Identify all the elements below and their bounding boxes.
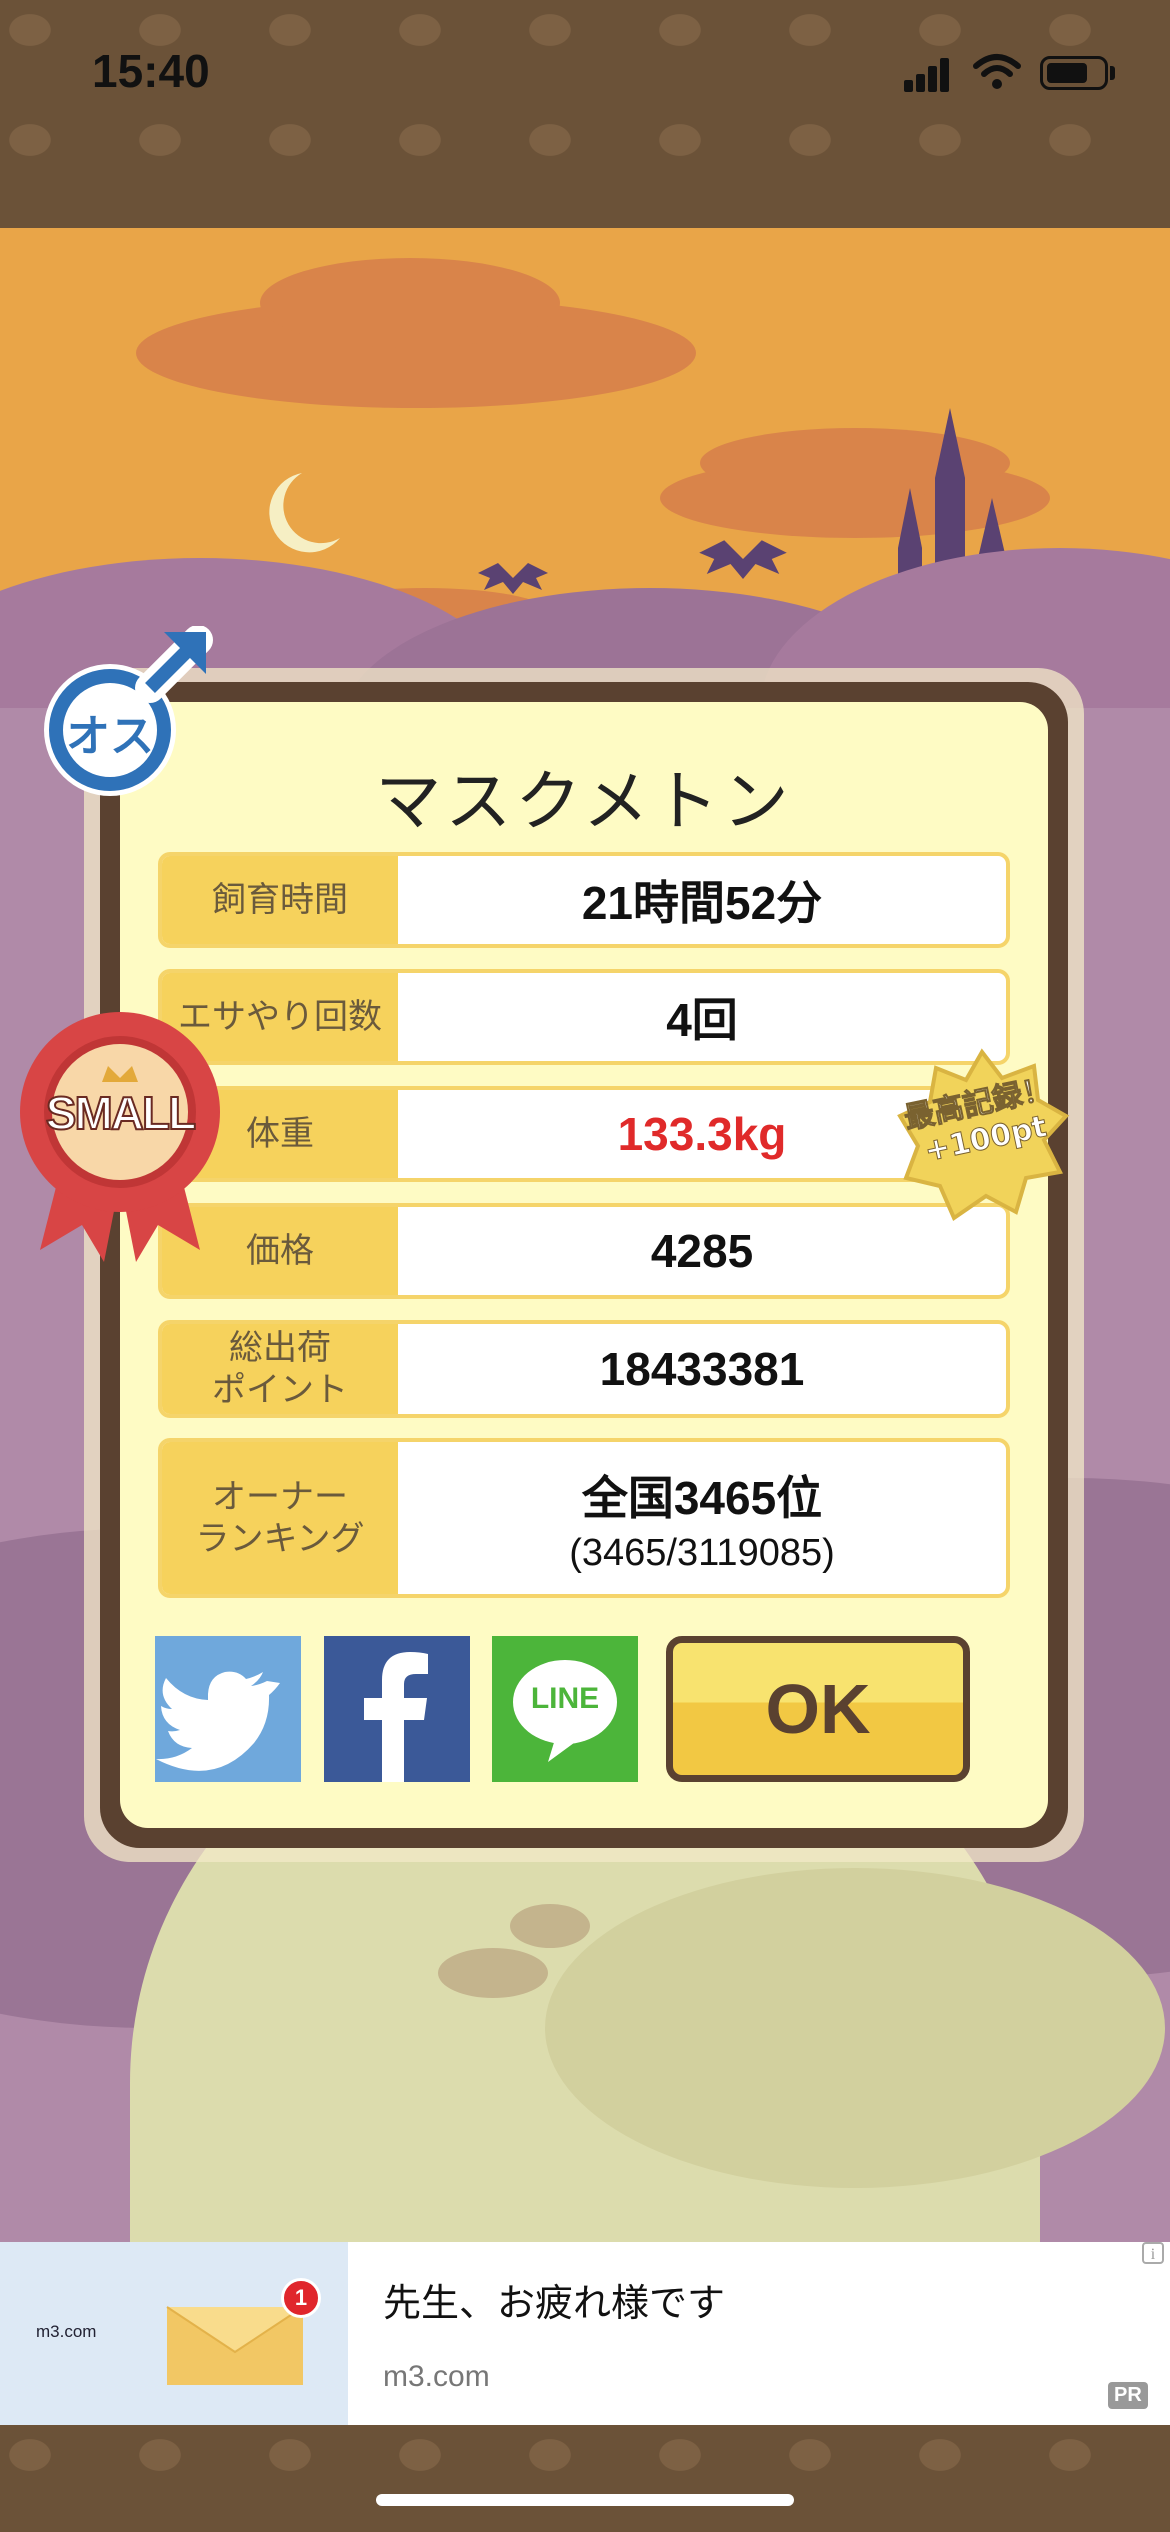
twitter-share-button[interactable]	[155, 1636, 301, 1782]
stat-value-text: 4回	[666, 994, 738, 1046]
status-bar: 15:40	[0, 0, 1170, 228]
stat-value: 全国3465位 (3465/3119085)	[398, 1442, 1006, 1594]
facebook-icon	[364, 1652, 428, 1782]
twitter-icon	[156, 1671, 280, 1771]
ad-banner[interactable]: m3.com 1 先生、お疲れ様です m3.com PR i	[0, 2242, 1170, 2425]
stat-row-feed-count: エサやり回数 4回	[158, 969, 1010, 1065]
line-share-button[interactable]: LINE	[492, 1636, 638, 1782]
bat-icon	[478, 563, 548, 594]
line-label: LINE	[530, 1682, 600, 1715]
battery-tip	[1110, 66, 1115, 80]
ad-brand-logo: m3.com	[36, 2322, 97, 2341]
stat-row-total-points: 総出荷 ポイント 18433381	[158, 1320, 1010, 1418]
stat-value: 21時間52分	[398, 856, 1006, 944]
ok-button[interactable]: OK	[666, 1636, 970, 1782]
stat-value-text: 133.3kg	[617, 1108, 787, 1160]
ad-title: 先生、お疲れ様です	[383, 2281, 726, 2325]
size-badge-label: SMALL	[45, 1086, 197, 1140]
stat-label: 総出荷 ポイント	[162, 1324, 398, 1414]
stat-value-text: 18433381	[599, 1343, 805, 1395]
stat-value-text: 21時間52分	[581, 877, 823, 929]
ad-image: m3.com 1	[0, 2242, 348, 2425]
battery-icon	[1040, 56, 1108, 90]
stat-value: 18433381	[398, 1324, 1006, 1414]
ad-url: m3.com	[383, 2360, 490, 2393]
mail-icon	[166, 2306, 304, 2385]
bottom-background	[0, 2425, 1170, 2532]
cellular-signal-icon	[904, 56, 950, 92]
stat-value-text: 4285	[650, 1225, 754, 1277]
home-indicator[interactable]	[376, 2494, 794, 2506]
facebook-share-button[interactable]	[324, 1636, 470, 1782]
moon-icon	[269, 473, 340, 553]
pet-name: マスクメトン	[375, 763, 793, 840]
bat-icon	[699, 540, 787, 579]
stat-label: オーナー ランキング	[162, 1442, 398, 1594]
ad-pr-label: PR	[1108, 2382, 1148, 2409]
wifi-icon	[973, 54, 1021, 89]
stat-row-price: 価格 4285	[158, 1203, 1010, 1299]
ad-info-icon[interactable]: i	[1142, 2242, 1164, 2264]
notification-badge: 1	[281, 2278, 321, 2318]
ranking-value: 全国3465位	[581, 1471, 823, 1524]
ranking-detail: (3465/3119085)	[569, 1531, 835, 1574]
stat-label: 飼育時間	[162, 856, 398, 944]
status-time: 15:40	[92, 45, 210, 97]
stat-row-weight: 体重 133.3kg	[158, 1086, 1010, 1182]
gender-label: オス	[66, 711, 154, 762]
stat-row-raising-time: 飼育時間 21時間52分	[158, 852, 1010, 948]
stat-row-owner-ranking: オーナー ランキング 全国3465位 (3465/3119085)	[158, 1438, 1010, 1598]
